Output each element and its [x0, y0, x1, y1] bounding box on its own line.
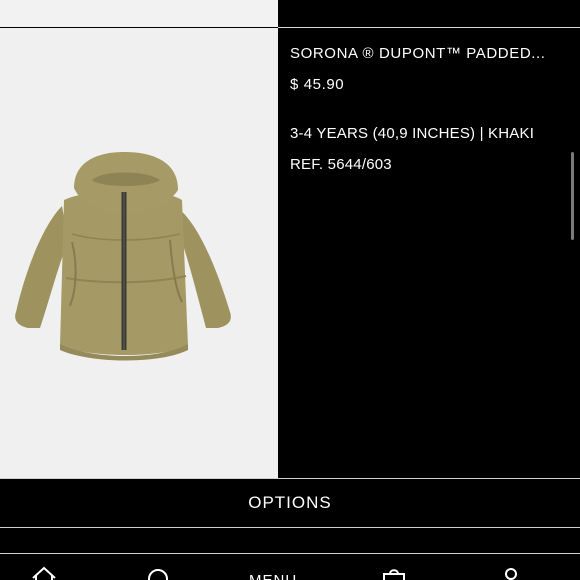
scrollbar[interactable] [571, 152, 574, 240]
home-icon[interactable] [31, 566, 57, 580]
product-variant: 3-4 YEARS (40,9 INCHES) | KHAKI [290, 125, 535, 142]
product-name[interactable]: SORONA ® DUPONT™ PADDED... [290, 45, 546, 62]
options-button[interactable]: OPTIONS [0, 479, 580, 527]
options-label: OPTIONS [248, 493, 332, 512]
product-ref: REF. 5644/603 [290, 156, 392, 173]
divider [0, 527, 580, 528]
user-icon[interactable] [498, 566, 524, 580]
jacket-illustration [15, 152, 231, 361]
bottom-nav: MENU [0, 554, 580, 580]
search-icon[interactable] [146, 566, 172, 580]
product-price: $ 45.90 [290, 76, 345, 93]
bag-icon[interactable] [381, 566, 407, 580]
previous-image-strip [0, 0, 278, 27]
divider [278, 27, 580, 28]
product-image[interactable] [0, 28, 278, 478]
top-strip [278, 0, 580, 27]
menu-button[interactable]: MENU [249, 572, 297, 580]
